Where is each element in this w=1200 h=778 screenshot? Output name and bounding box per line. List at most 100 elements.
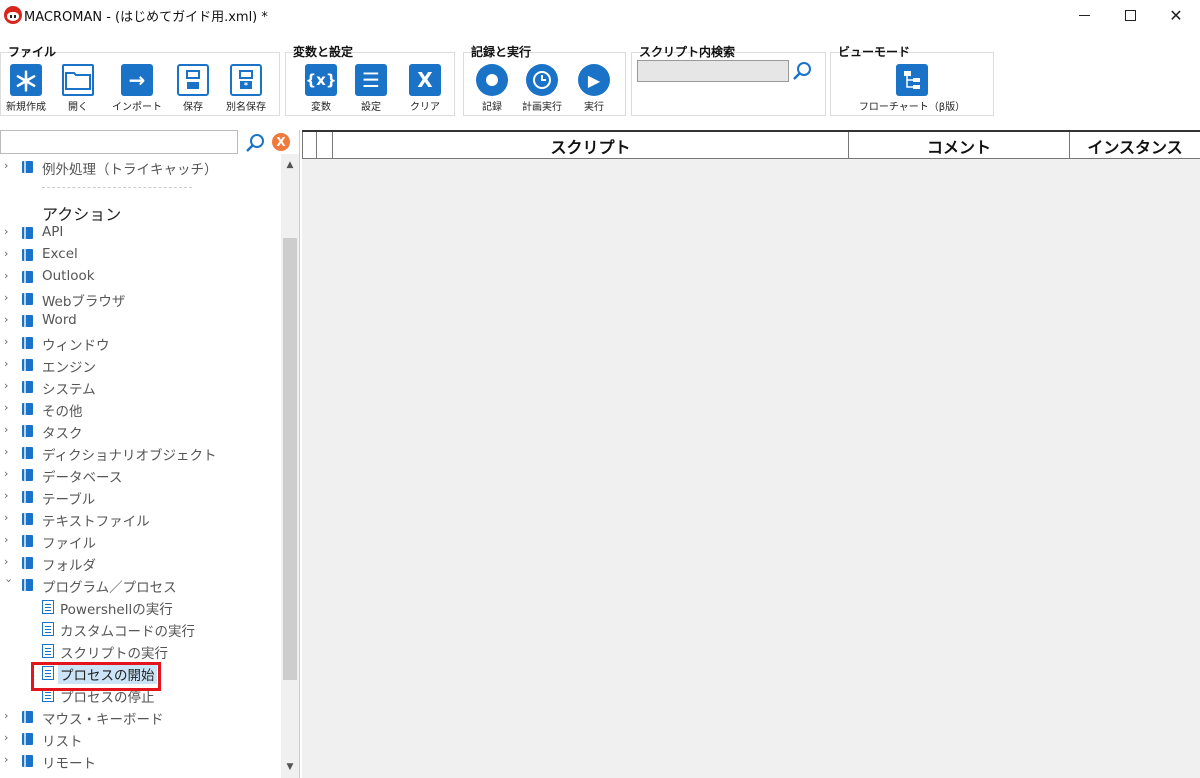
- clear-filter-button[interactable]: X: [272, 133, 290, 151]
- tree-item-category[interactable]: › テキストファイル: [0, 508, 281, 530]
- save-as-button[interactable]: * 別名保存: [218, 64, 274, 116]
- tree-item-category[interactable]: › Excel: [0, 244, 281, 266]
- tree-item-category[interactable]: › リスト: [0, 728, 281, 750]
- scroll-thumb[interactable]: [283, 238, 297, 680]
- chevron-right-icon: ›: [4, 379, 9, 392]
- tree-leaf-action[interactable]: スクリプトの実行: [0, 640, 281, 662]
- book-icon: [22, 359, 33, 371]
- clock-icon: [526, 64, 558, 96]
- tree-leaf-action[interactable]: Powershellの実行: [0, 596, 281, 618]
- document-icon: [42, 600, 54, 614]
- grid-col-instance[interactable]: インスタンス: [1069, 132, 1200, 159]
- book-icon: [22, 755, 33, 767]
- script-search-button[interactable]: [791, 60, 813, 82]
- close-icon: ✕: [1169, 5, 1183, 25]
- book-icon: [22, 315, 33, 327]
- variable-icon: {x}: [305, 64, 337, 96]
- tree-item-category[interactable]: › Word: [0, 310, 281, 332]
- action-filter-search-button[interactable]: [244, 132, 266, 154]
- chevron-right-icon: ›: [4, 225, 9, 238]
- tree-item-category[interactable]: › Outlook: [0, 266, 281, 288]
- save-button[interactable]: 保存: [165, 64, 221, 116]
- tree-item-category[interactable]: › テーブル: [0, 486, 281, 508]
- chevron-right-icon: ›: [4, 357, 9, 370]
- window-title: MACROMAN - (はじめてガイド用.xml) *: [24, 10, 268, 25]
- schedule-button[interactable]: 計画実行: [514, 64, 570, 116]
- flowchart-icon: [896, 64, 928, 96]
- scroll-up-icon[interactable]: ▲: [281, 156, 299, 174]
- book-icon: [22, 711, 33, 723]
- tree-item-category[interactable]: › データベース: [0, 464, 281, 486]
- record-icon: [476, 64, 508, 96]
- chevron-right-icon: ›: [4, 269, 9, 282]
- book-icon: [22, 535, 33, 547]
- document-icon: [42, 644, 54, 658]
- tree-scrollbar[interactable]: ▲ ▼: [281, 154, 299, 778]
- book-icon: [22, 249, 33, 261]
- floppy-disk-icon: [177, 64, 209, 96]
- new-button[interactable]: ＊ 新規作成: [0, 64, 54, 116]
- script-search-input[interactable]: [637, 60, 789, 82]
- record-button[interactable]: 記録: [464, 64, 520, 116]
- document-icon: [42, 622, 54, 636]
- view-mode-group: ビューモード フローチャート（β版）: [830, 40, 995, 116]
- view-mode-title: ビューモード: [838, 45, 911, 59]
- chevron-right-icon: ›: [4, 159, 9, 172]
- tree-item-category[interactable]: › エンジン: [0, 354, 281, 376]
- chevron-right-icon: ›: [4, 313, 9, 326]
- scroll-down-icon[interactable]: ▼: [281, 758, 299, 776]
- record-group-title: 記録と実行: [471, 45, 532, 59]
- grid-col-marker[interactable]: [316, 132, 332, 159]
- tree-item-category[interactable]: › タスク: [0, 420, 281, 442]
- variables-group-title: 変数と設定: [293, 45, 354, 59]
- folder-icon: [62, 64, 94, 96]
- minimize-button[interactable]: [1061, 0, 1107, 30]
- grid-col-comment[interactable]: コメント: [848, 132, 1069, 159]
- tree-leaf-action[interactable]: カスタムコードの実行: [0, 618, 281, 640]
- tree-item-program-process[interactable]: › プログラム／プロセス: [0, 574, 281, 597]
- tree-item-category[interactable]: › API: [0, 222, 281, 244]
- clear-button[interactable]: X クリア: [397, 64, 453, 116]
- tree-item-category[interactable]: › システム: [0, 376, 281, 398]
- arrow-right-icon: →: [121, 64, 153, 96]
- close-button[interactable]: ✕: [1153, 0, 1199, 30]
- floppy-disk-star-icon: *: [230, 64, 262, 96]
- highlight-box: [31, 662, 161, 691]
- search-icon: [246, 134, 264, 152]
- tree-item-category[interactable]: › リモート: [0, 750, 281, 772]
- script-grid[interactable]: スクリプト コメント インスタンス: [302, 130, 1200, 778]
- open-button[interactable]: 開く: [50, 64, 106, 116]
- action-tree-pane: X › 例外処理（トライキャッチ） アクション › API › Excel › Out…: [0, 130, 300, 778]
- settings-button[interactable]: ☰ 設定: [343, 64, 399, 116]
- chevron-down-icon: ›: [2, 578, 16, 583]
- book-icon: [22, 733, 33, 745]
- action-filter-input[interactable]: [0, 130, 238, 154]
- maximize-icon: [1124, 9, 1136, 21]
- chevron-right-icon: ›: [4, 423, 9, 436]
- grid-col-marker[interactable]: [302, 132, 316, 159]
- run-button[interactable]: ▶ 実行: [566, 64, 622, 116]
- tree-item-category[interactable]: › Webブラウザ: [0, 288, 281, 310]
- book-icon: [22, 337, 33, 349]
- minimize-icon: [1078, 14, 1090, 16]
- book-icon: [22, 491, 33, 503]
- tree-item-category[interactable]: › フォルダ: [0, 552, 281, 574]
- tree-item-category[interactable]: › マウス・キーボード: [0, 706, 281, 728]
- chevron-right-icon: ›: [4, 709, 9, 722]
- tree-item-category[interactable]: › ディクショナリオブジェクト: [0, 442, 281, 464]
- tree-item-category[interactable]: › ウィンドウ: [0, 332, 281, 354]
- variables-button[interactable]: {x} 変数: [293, 64, 349, 116]
- grid-col-script[interactable]: スクリプト: [332, 132, 848, 159]
- tree-item-try-catch[interactable]: › 例外処理（トライキャッチ）: [0, 156, 281, 178]
- tree-item-category[interactable]: › その他: [0, 398, 281, 420]
- chevron-right-icon: ›: [4, 467, 9, 480]
- list-icon: ☰: [355, 64, 387, 96]
- import-button[interactable]: → インポート: [109, 64, 165, 116]
- chevron-right-icon: ›: [4, 731, 9, 744]
- chevron-right-icon: ›: [4, 445, 9, 458]
- maximize-button[interactable]: [1107, 0, 1153, 30]
- book-icon: [22, 227, 33, 239]
- flowchart-button[interactable]: フローチャート（β版）: [850, 64, 974, 116]
- ribbon: ファイル ＊ 新規作成 開く → インポート 保存 * 別名保存 変数と設定 {…: [0, 40, 1200, 120]
- tree-item-category[interactable]: › ファイル: [0, 530, 281, 552]
